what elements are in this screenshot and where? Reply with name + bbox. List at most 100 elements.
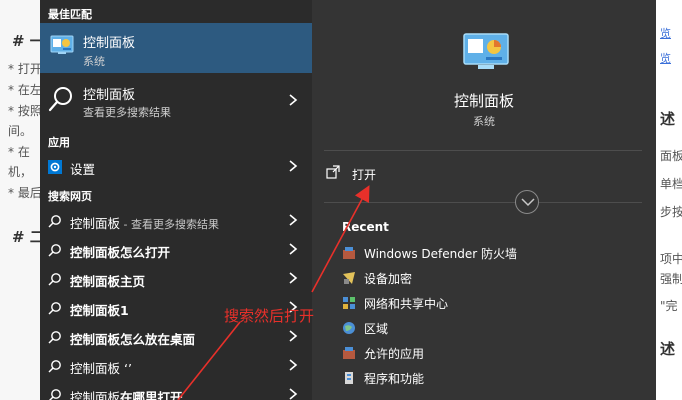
start-search-panel: 最佳匹配 控制面板 系统 控制面板 查看更多搜索结果 应用 设置 搜索网页 控制… bbox=[40, 0, 656, 400]
chevron-right-icon[interactable] bbox=[288, 358, 298, 372]
expand-button[interactable] bbox=[515, 190, 539, 214]
chevron-down-icon bbox=[521, 198, 535, 207]
doc-text: "完 bbox=[660, 299, 678, 313]
recent-item-label: 设备加密 bbox=[364, 272, 413, 286]
encryption-icon bbox=[343, 272, 355, 284]
doc-text: * 最后 bbox=[8, 186, 40, 200]
chevron-right-icon[interactable] bbox=[288, 159, 298, 173]
chevron-right-icon[interactable] bbox=[288, 387, 298, 400]
preview-title: 控制面板 bbox=[453, 92, 514, 110]
search-suggestion-title: 控制面板 bbox=[83, 88, 136, 103]
web-result-item[interactable]: 控制面板在哪里打开 bbox=[40, 381, 312, 400]
recent-item-label: 允许的应用 bbox=[364, 347, 425, 361]
recent-item[interactable]: 区域 bbox=[342, 317, 642, 339]
search-icon bbox=[48, 389, 61, 400]
recent-item[interactable]: 设备加密 bbox=[342, 267, 642, 289]
web-result-rest: ‘’ bbox=[120, 361, 132, 376]
doc-text: 强制 bbox=[660, 272, 682, 286]
doc-text: 项中 bbox=[660, 252, 682, 266]
recent-item[interactable]: 程序和功能 bbox=[342, 367, 642, 389]
web-result-item[interactable]: 控制面板 ‘’ bbox=[40, 352, 312, 380]
recent-item-label: 网络和共享中心 bbox=[364, 297, 449, 311]
search-icon bbox=[48, 215, 61, 228]
recent-item[interactable]: Windows Defender 防火墙 bbox=[342, 242, 642, 264]
app-item-label: 设置 bbox=[70, 162, 96, 177]
web-result-label: 控制面板 ‘’ bbox=[70, 358, 132, 377]
recent-item-label: Windows Defender 防火墙 bbox=[364, 247, 517, 261]
doc-text: * 打开 bbox=[8, 62, 40, 76]
best-match-subtitle: 系统 bbox=[83, 55, 105, 68]
firewall-icon bbox=[343, 247, 355, 259]
web-result-item[interactable]: 控制面板怎么打开 bbox=[40, 236, 312, 264]
best-match-label: 最佳匹配 bbox=[48, 8, 92, 21]
doc-text: 机， bbox=[8, 165, 33, 179]
web-result-bold: 控制面板怎么放在桌面 bbox=[70, 332, 196, 347]
control-panel-icon bbox=[463, 33, 509, 69]
web-result-plain: 控制面板 bbox=[70, 390, 121, 400]
background-document-left: # 一 * 打开 * 在左 * 按照 间。 * 在 机， * 最后 # 二 bbox=[0, 0, 40, 400]
control-panel-icon bbox=[50, 35, 74, 54]
search-icon bbox=[48, 273, 61, 286]
search-suggestion-subtitle: 查看更多搜索结果 bbox=[83, 106, 171, 119]
divider bbox=[324, 202, 642, 203]
open-action[interactable]: 打开 bbox=[324, 160, 642, 188]
best-match-control-panel[interactable]: 控制面板 系统 bbox=[40, 23, 312, 73]
doc-text: * 在左 bbox=[8, 83, 40, 97]
web-search-label: 搜索网页 bbox=[48, 190, 92, 203]
web-result-rest: - 查看更多搜索结果 bbox=[120, 218, 219, 231]
doc-text: 步按 bbox=[660, 205, 682, 219]
web-result-bold: 控制面板 bbox=[70, 216, 121, 231]
web-result-bold: 控制面板主页 bbox=[70, 274, 146, 289]
recent-item[interactable]: 网络和共享中心 bbox=[342, 292, 642, 314]
recent-item-label: 程序和功能 bbox=[364, 372, 425, 386]
search-icon bbox=[48, 87, 72, 112]
web-result-item[interactable]: 控制面板怎么放在桌面 bbox=[40, 323, 312, 351]
divider bbox=[324, 150, 642, 151]
search-suggestion-row[interactable]: 控制面板 查看更多搜索结果 bbox=[40, 78, 312, 122]
doc-text: 单档 bbox=[660, 177, 682, 191]
app-item-settings[interactable]: 设置 bbox=[40, 153, 312, 181]
doc-link[interactable]: 览 bbox=[660, 50, 671, 66]
doc-heading: 述 bbox=[660, 340, 676, 358]
chevron-right-icon[interactable] bbox=[288, 242, 298, 256]
programs-icon bbox=[345, 372, 353, 384]
preview-subtitle: 系统 bbox=[473, 115, 495, 128]
web-result-label: 控制面板在哪里打开 bbox=[70, 387, 183, 400]
web-result-bold: 控制面板怎么打开 bbox=[70, 245, 171, 260]
doc-text: * 按照 bbox=[8, 104, 40, 118]
doc-text: 间。 bbox=[8, 124, 33, 138]
recent-label: Recent bbox=[342, 220, 389, 234]
open-label: 打开 bbox=[352, 168, 377, 182]
region-icon bbox=[343, 322, 355, 334]
doc-text: 面板 bbox=[660, 149, 682, 163]
web-result-bold: 控制面板1 bbox=[70, 303, 129, 318]
preview-pane: 控制面板 系统 打开 Recent Windows Defender 防火墙 设… bbox=[312, 0, 656, 400]
chevron-right-icon[interactable] bbox=[288, 93, 298, 107]
search-icon bbox=[48, 244, 61, 257]
doc-text: * 在 bbox=[8, 145, 30, 159]
search-icon bbox=[48, 302, 61, 315]
recent-item[interactable]: 允许的应用 bbox=[342, 342, 642, 364]
search-icon bbox=[48, 331, 61, 344]
web-result-bold: 在哪里打开 bbox=[120, 390, 183, 400]
doc-link[interactable]: 览 bbox=[660, 25, 671, 41]
web-result-label: 控制面板怎么打开 bbox=[70, 242, 170, 261]
network-icon bbox=[343, 297, 355, 309]
doc-heading: 述 bbox=[660, 110, 676, 128]
chevron-right-icon[interactable] bbox=[288, 329, 298, 343]
background-document-right: 览 览 述 面板 单档 步按 项中 强制 "完 述 bbox=[656, 0, 682, 400]
chevron-right-icon[interactable] bbox=[288, 213, 298, 227]
search-results-pane: 最佳匹配 控制面板 系统 控制面板 查看更多搜索结果 应用 设置 搜索网页 控制… bbox=[40, 0, 312, 400]
web-result-item[interactable]: 控制面板主页 bbox=[40, 265, 312, 293]
web-result-item[interactable]: 控制面板 - 查看更多搜索结果 bbox=[40, 207, 312, 235]
allowed-apps-icon bbox=[343, 347, 355, 359]
annotation-text: 搜索然后打开 bbox=[224, 307, 315, 325]
open-external-icon bbox=[326, 165, 340, 179]
web-result-label: 控制面板主页 bbox=[70, 271, 145, 290]
search-icon bbox=[48, 360, 61, 373]
chevron-right-icon[interactable] bbox=[288, 271, 298, 285]
recent-item-label: 区域 bbox=[364, 322, 389, 336]
doc-heading: # 一 bbox=[12, 32, 40, 50]
web-result-label: 控制面板1 bbox=[70, 300, 129, 319]
web-result-bold: 控制面板 bbox=[70, 361, 121, 376]
